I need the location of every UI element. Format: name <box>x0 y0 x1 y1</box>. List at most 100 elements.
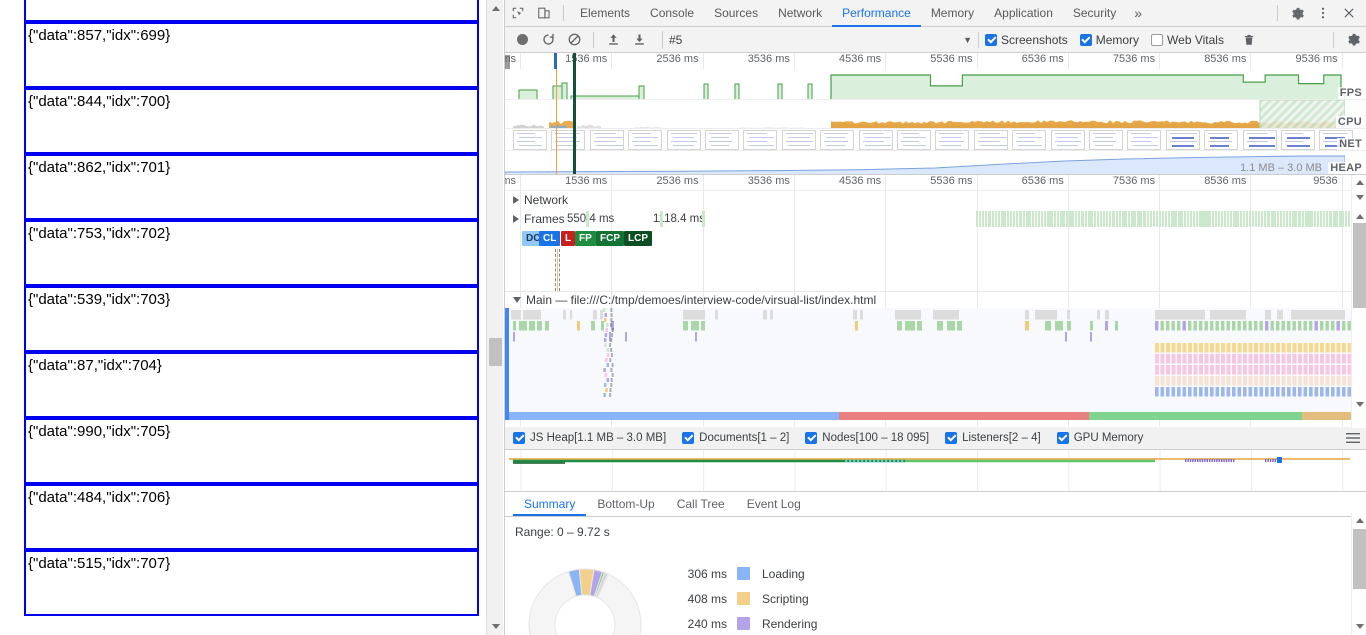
list-item[interactable]: {"data":515,"idx":707} <box>24 550 479 616</box>
frame-marker[interactable] <box>1093 211 1096 227</box>
frame-marker[interactable] <box>1335 211 1338 227</box>
track-network[interactable]: Network <box>505 191 1366 209</box>
flame-vertical-scrollbar[interactable] <box>1351 175 1366 428</box>
record-button[interactable] <box>509 27 535 53</box>
counter-documents[interactable]: Documents[1 – 2] <box>674 427 797 449</box>
frame-marker[interactable] <box>1174 211 1177 227</box>
frame-marker[interactable] <box>1248 211 1251 227</box>
frame-marker[interactable] <box>1236 211 1239 227</box>
frame-marker[interactable] <box>1286 211 1289 227</box>
frame-marker[interactable] <box>1295 211 1298 227</box>
scroll-down-arrow-icon[interactable] <box>487 618 503 635</box>
scroll-up-arrow-icon[interactable] <box>1352 209 1366 224</box>
counter-listeners[interactable]: Listeners[2 – 4] <box>937 427 1049 449</box>
list-item[interactable]: {"data":844,"idx":700} <box>24 88 479 154</box>
frame-marker[interactable] <box>1341 211 1344 227</box>
frame-marker[interactable] <box>1115 211 1118 227</box>
frame-marker[interactable] <box>1239 211 1242 227</box>
scrollbar-thumb[interactable] <box>1353 529 1366 589</box>
track-timings[interactable]: Timings DCLCLLFPFCPLCP <box>505 229 1366 249</box>
overview-selection-marker-dark[interactable] <box>573 53 576 174</box>
frame-marker[interactable] <box>1245 211 1248 227</box>
frame-marker[interactable] <box>1118 211 1121 227</box>
frame-marker[interactable] <box>1031 211 1034 227</box>
frame-marker[interactable] <box>1146 211 1149 227</box>
frame-marker[interactable] <box>1019 211 1022 227</box>
frame-marker[interactable] <box>1326 211 1329 227</box>
timing-marker-lcp[interactable]: LCP <box>624 231 652 246</box>
frame-marker[interactable] <box>1007 211 1010 227</box>
frame-marker[interactable] <box>1313 211 1317 227</box>
summary-vertical-scrollbar[interactable] <box>1351 513 1366 635</box>
timing-marker-l[interactable]: L <box>561 231 576 246</box>
page-vertical-scrollbar[interactable] <box>486 0 503 635</box>
tab-sources[interactable]: Sources <box>704 0 768 27</box>
close-devtools-icon[interactable] <box>1336 0 1362 26</box>
scroll-up-arrow-icon[interactable] <box>487 0 503 17</box>
frame-marker[interactable] <box>1152 211 1155 227</box>
counters-menu-icon[interactable] <box>1340 427 1366 449</box>
frame-marker[interactable] <box>1323 211 1326 227</box>
delete-recording-icon[interactable] <box>1236 27 1262 53</box>
overview-selection-marker-blue[interactable] <box>554 53 557 69</box>
screenshots-checkbox[interactable]: Screenshots <box>985 33 1068 47</box>
list-item[interactable]: {"data":87,"idx":704} <box>24 352 479 418</box>
frame-marker[interactable] <box>1056 211 1059 227</box>
profile-select[interactable]: #5 ▼ <box>662 30 972 49</box>
tab-event-log[interactable]: Event Log <box>736 492 812 516</box>
filmstrip-frame[interactable] <box>1050 130 1085 150</box>
list-item[interactable]: {"data":990,"idx":705} <box>24 418 479 484</box>
activity-pie-chart[interactable] <box>525 565 645 635</box>
memory-checkbox[interactable]: Memory <box>1079 33 1139 47</box>
frame-marker[interactable] <box>1078 211 1081 227</box>
legend-row[interactable]: 306 ms Loading <box>665 561 817 586</box>
web-vitals-checkbox[interactable]: Web Vitals <box>1151 33 1224 47</box>
filmstrip-frame[interactable] <box>666 130 701 150</box>
frame-marker[interactable] <box>1165 211 1168 227</box>
frame-marker[interactable] <box>988 211 991 227</box>
filmstrip-frame[interactable] <box>1165 130 1200 150</box>
filmstrip-frame[interactable] <box>973 130 1008 150</box>
frame-marker[interactable] <box>1289 211 1292 227</box>
frame-marker[interactable] <box>1162 211 1165 227</box>
filmstrip-frame[interactable] <box>705 130 739 150</box>
frame-marker[interactable] <box>1003 211 1007 227</box>
frame-marker[interactable] <box>1016 211 1019 227</box>
reload-and-record-icon[interactable] <box>535 27 561 53</box>
list-item[interactable]: {"data":539,"idx":703} <box>24 286 479 352</box>
tab-call-tree[interactable]: Call Tree <box>666 492 736 516</box>
frame-marker[interactable] <box>1053 211 1056 227</box>
frame-marker[interactable] <box>1109 211 1112 227</box>
filmstrip-frame[interactable] <box>1281 130 1315 150</box>
frame-marker[interactable] <box>1041 211 1044 227</box>
frame-marker[interactable] <box>1298 211 1301 227</box>
filmstrip-frame[interactable] <box>1204 130 1239 150</box>
frame-marker[interactable] <box>1183 211 1186 227</box>
tab-console[interactable]: Console <box>640 0 704 27</box>
frame-marker[interactable] <box>1242 211 1245 227</box>
filmstrip-frame[interactable] <box>1012 130 1047 150</box>
list-item[interactable]: {"data":862,"idx":701} <box>24 154 479 220</box>
frame-marker[interactable] <box>1211 211 1214 227</box>
filmstrip-frame[interactable] <box>628 130 663 150</box>
overview-selection-marker-orange[interactable] <box>556 53 557 174</box>
filmstrip-frame[interactable] <box>897 130 931 150</box>
filmstrip-frame[interactable] <box>935 130 970 150</box>
frame-marker[interactable] <box>1010 211 1013 227</box>
frame-marker[interactable] <box>1255 211 1258 227</box>
frame-marker[interactable] <box>1013 211 1016 227</box>
frame-marker[interactable] <box>1124 211 1127 227</box>
frame-marker[interactable] <box>1193 211 1196 227</box>
frame-marker[interactable] <box>1282 211 1286 227</box>
load-profile-icon[interactable] <box>600 27 626 53</box>
tab-security[interactable]: Security <box>1063 0 1126 27</box>
frame-marker[interactable] <box>1220 211 1224 227</box>
frame-marker[interactable] <box>702 211 705 227</box>
frame-marker[interactable] <box>1258 211 1261 227</box>
frame-marker[interactable] <box>982 211 985 227</box>
list-item[interactable]: {"data":753,"idx":702} <box>24 220 479 286</box>
legend-row[interactable]: 408 ms Scripting <box>665 586 817 611</box>
frame-marker[interactable] <box>1034 211 1038 227</box>
tab-application[interactable]: Application <box>984 0 1063 27</box>
filmstrip-frame[interactable] <box>513 130 547 150</box>
